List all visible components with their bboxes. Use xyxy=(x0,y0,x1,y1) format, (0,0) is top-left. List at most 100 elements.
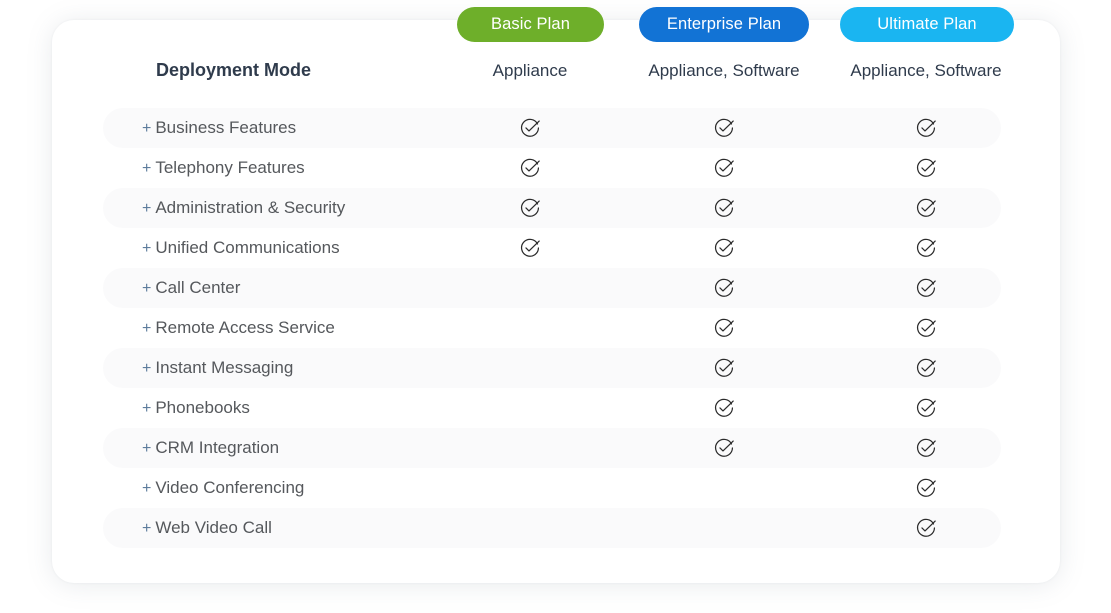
table-row[interactable]: +CRM Integration xyxy=(0,428,1111,468)
check-circle-icon xyxy=(519,237,541,259)
table-row[interactable]: +Telephony Features xyxy=(0,148,1111,188)
check-circle-icon xyxy=(713,197,735,219)
check-circle-icon xyxy=(915,157,937,179)
feature-row-label[interactable]: +Telephony Features xyxy=(142,148,305,188)
expand-plus-icon[interactable]: + xyxy=(142,440,151,457)
feature-row-label[interactable]: +Call Center xyxy=(142,268,240,308)
plan-badge-basic[interactable]: Basic Plan xyxy=(457,7,604,42)
feature-cell-basic xyxy=(440,348,620,388)
table-row[interactable]: +Unified Communications xyxy=(0,228,1111,268)
check-circle-icon xyxy=(915,397,937,419)
check-circle-icon xyxy=(915,117,937,139)
expand-plus-icon[interactable]: + xyxy=(142,240,151,257)
feature-name: Telephony Features xyxy=(155,158,304,177)
feature-cell-basic xyxy=(440,268,620,308)
deployment-value-ultimate: Appliance, Software xyxy=(825,61,1027,81)
table-row[interactable]: +Web Video Call xyxy=(0,508,1111,548)
deployment-value-basic: Appliance xyxy=(440,61,620,81)
feature-cell-ultimate xyxy=(825,348,1027,388)
pricing-comparison-screen: Basic Plan Enterprise Plan Ultimate Plan… xyxy=(0,0,1111,613)
feature-row-label[interactable]: +Video Conferencing xyxy=(142,468,304,508)
check-circle-icon xyxy=(519,197,541,219)
check-circle-icon xyxy=(915,317,937,339)
feature-cell-enterprise xyxy=(623,228,825,268)
expand-plus-icon[interactable]: + xyxy=(142,400,151,417)
table-row[interactable]: +Instant Messaging xyxy=(0,348,1111,388)
feature-row-label[interactable]: +Administration & Security xyxy=(142,188,345,228)
check-circle-icon xyxy=(915,277,937,299)
check-circle-icon xyxy=(915,237,937,259)
feature-name: Business Features xyxy=(155,118,296,137)
expand-plus-icon[interactable]: + xyxy=(142,480,151,497)
table-row[interactable]: +Call Center xyxy=(0,268,1111,308)
feature-name: Call Center xyxy=(155,278,240,297)
feature-cell-ultimate xyxy=(825,148,1027,188)
feature-cell-enterprise xyxy=(623,508,825,548)
feature-cell-ultimate xyxy=(825,508,1027,548)
check-circle-icon xyxy=(915,197,937,219)
feature-row-label[interactable]: +Phonebooks xyxy=(142,388,250,428)
check-circle-icon xyxy=(519,157,541,179)
check-circle-icon xyxy=(915,357,937,379)
feature-cell-ultimate xyxy=(825,228,1027,268)
feature-cell-basic xyxy=(440,388,620,428)
expand-plus-icon[interactable]: + xyxy=(142,200,151,217)
expand-plus-icon[interactable]: + xyxy=(142,160,151,177)
deployment-mode-header: Deployment Mode xyxy=(156,60,311,81)
check-circle-icon xyxy=(915,437,937,459)
feature-cell-basic xyxy=(440,308,620,348)
feature-cell-ultimate xyxy=(825,108,1027,148)
table-header-row: Deployment Mode Appliance Appliance, Sof… xyxy=(0,60,1111,90)
table-row[interactable]: +Video Conferencing xyxy=(0,468,1111,508)
feature-cell-ultimate xyxy=(825,308,1027,348)
feature-name: CRM Integration xyxy=(155,438,279,457)
feature-cell-enterprise xyxy=(623,188,825,228)
feature-row-label[interactable]: +Instant Messaging xyxy=(142,348,293,388)
feature-rows: +Business Features+Telephony Features+Ad… xyxy=(0,108,1111,548)
plan-badge-ultimate[interactable]: Ultimate Plan xyxy=(840,7,1014,42)
table-row[interactable]: +Phonebooks xyxy=(0,388,1111,428)
plan-badge-enterprise[interactable]: Enterprise Plan xyxy=(639,7,809,42)
feature-cell-enterprise xyxy=(623,468,825,508)
expand-plus-icon[interactable]: + xyxy=(142,120,151,137)
expand-plus-icon[interactable]: + xyxy=(142,320,151,337)
check-circle-icon xyxy=(519,117,541,139)
feature-row-label[interactable]: +CRM Integration xyxy=(142,428,279,468)
feature-cell-ultimate xyxy=(825,468,1027,508)
table-row[interactable]: +Remote Access Service xyxy=(0,308,1111,348)
feature-name: Unified Communications xyxy=(155,238,339,257)
feature-row-label[interactable]: +Business Features xyxy=(142,108,296,148)
feature-cell-enterprise xyxy=(623,388,825,428)
check-circle-icon xyxy=(713,397,735,419)
feature-name: Phonebooks xyxy=(155,398,250,417)
expand-plus-icon[interactable]: + xyxy=(142,520,151,537)
feature-cell-enterprise xyxy=(623,348,825,388)
feature-cell-enterprise xyxy=(623,268,825,308)
check-circle-icon xyxy=(713,237,735,259)
check-circle-icon xyxy=(713,437,735,459)
feature-cell-ultimate xyxy=(825,428,1027,468)
deployment-value-enterprise: Appliance, Software xyxy=(623,61,825,81)
check-circle-icon xyxy=(713,157,735,179)
check-circle-icon xyxy=(915,477,937,499)
feature-cell-enterprise xyxy=(623,428,825,468)
feature-name: Instant Messaging xyxy=(155,358,293,377)
table-row[interactable]: +Administration & Security xyxy=(0,188,1111,228)
feature-name: Administration & Security xyxy=(155,198,345,217)
feature-cell-enterprise xyxy=(623,148,825,188)
expand-plus-icon[interactable]: + xyxy=(142,280,151,297)
feature-row-label[interactable]: +Remote Access Service xyxy=(142,308,335,348)
check-circle-icon xyxy=(713,357,735,379)
check-circle-icon xyxy=(713,277,735,299)
feature-name: Remote Access Service xyxy=(155,318,335,337)
feature-cell-basic xyxy=(440,228,620,268)
feature-row-label[interactable]: +Unified Communications xyxy=(142,228,340,268)
expand-plus-icon[interactable]: + xyxy=(142,360,151,377)
feature-cell-basic xyxy=(440,188,620,228)
table-row[interactable]: +Business Features xyxy=(0,108,1111,148)
check-circle-icon xyxy=(713,117,735,139)
feature-row-label[interactable]: +Web Video Call xyxy=(142,508,272,548)
feature-cell-ultimate xyxy=(825,188,1027,228)
feature-cell-basic xyxy=(440,428,620,468)
feature-cell-ultimate xyxy=(825,388,1027,428)
